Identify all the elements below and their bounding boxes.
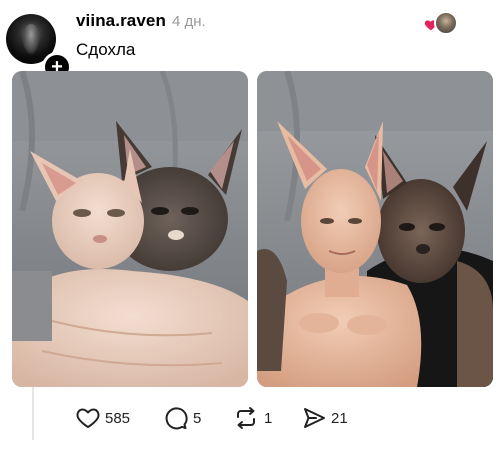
share-button[interactable]: 21	[302, 404, 348, 432]
share-count: 21	[331, 409, 348, 427]
post-photo-men[interactable]	[257, 71, 493, 387]
comment-icon	[165, 407, 188, 430]
like-button[interactable]: 585	[76, 404, 130, 432]
repost-icon	[237, 407, 255, 429]
username[interactable]: viina.raven	[76, 11, 166, 31]
post-time: 4 дн.	[172, 13, 206, 30]
like-count: 585	[105, 409, 131, 427]
post-photo-cats[interactable]	[12, 71, 248, 387]
repost-button[interactable]: 1	[233, 404, 272, 432]
reply-button[interactable]: 5	[164, 404, 201, 432]
post-text: Сдохла	[76, 40, 136, 59]
reply-count: 5	[193, 409, 202, 427]
liker-avatar[interactable]	[434, 11, 458, 35]
repost-count: 1	[264, 409, 273, 427]
heart-icon	[76, 408, 100, 428]
post-actions: 585 5 1 21	[0, 404, 500, 432]
send-icon	[304, 408, 325, 428]
author-avatar[interactable]: +	[6, 14, 72, 82]
